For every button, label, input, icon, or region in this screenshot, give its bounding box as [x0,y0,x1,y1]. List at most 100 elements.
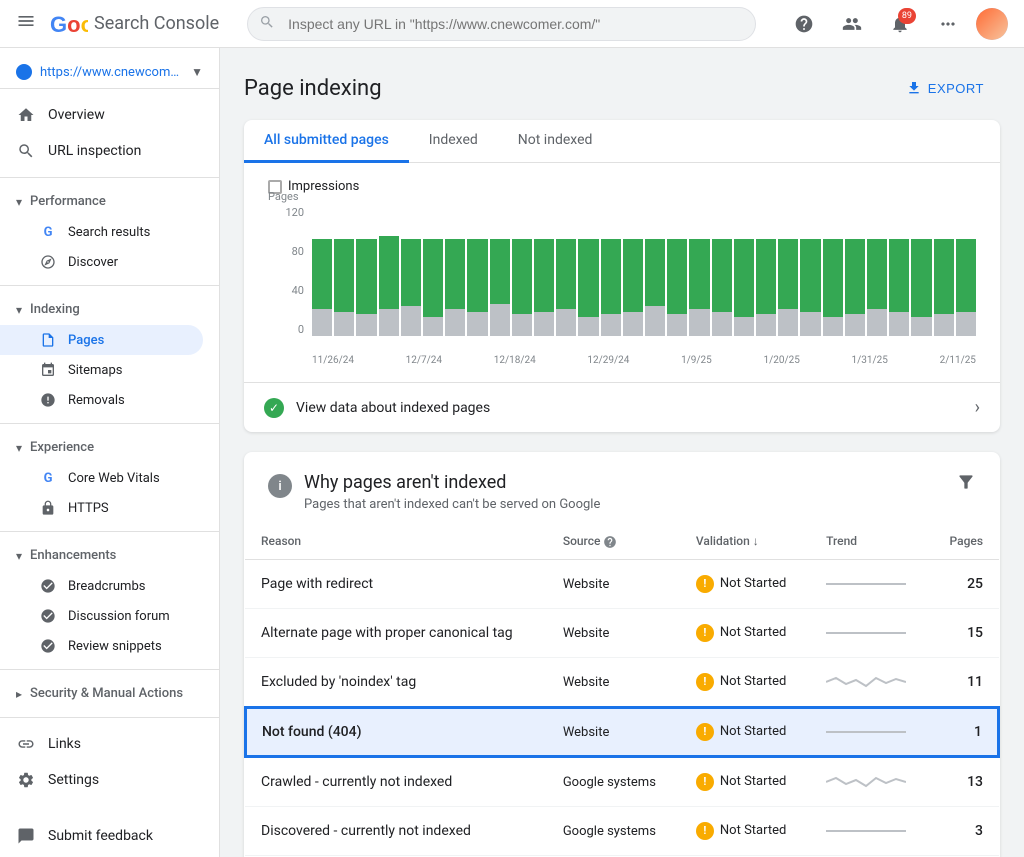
col-validation[interactable]: Validation ↓ [680,524,810,559]
sidebar-item-settings[interactable]: Settings [0,762,203,798]
view-data-check-icon: ✓ [264,398,284,418]
cell-validation: ! Not Started [680,757,810,807]
people-button[interactable] [832,4,872,44]
chart-bar-6[interactable] [445,239,465,337]
chart-bar-3[interactable] [379,236,399,336]
https-icon [40,500,56,516]
chart-bar-4[interactable] [401,239,421,337]
section-security[interactable]: ▸ Security & Manual Actions [0,678,219,709]
cell-pages: 3 [929,806,999,855]
validation-text: Not Started [720,674,786,689]
sidebar: https://www.cnewcome... ▼ Overview URL i… [0,48,220,857]
table-row[interactable]: Crawled - currently not indexed Google s… [245,757,999,807]
sidebar-item-discover[interactable]: Discover [0,247,203,277]
property-url: https://www.cnewcome... [40,65,183,80]
divider-1 [0,177,219,178]
chart-bar-15[interactable] [645,239,665,337]
chart-bar-25[interactable] [867,239,887,337]
menu-icon[interactable] [16,11,36,36]
overview-icon [16,105,36,125]
y-label-80: 80 [268,245,308,258]
indexing-arrow-icon: ▾ [16,303,22,317]
chart-bar-24[interactable] [845,239,865,337]
table-row[interactable]: Page with redirect Website ! Not Started… [245,559,999,608]
section-performance[interactable]: ▾ Performance [0,186,219,217]
sidebar-item-submit-feedback[interactable]: Submit feedback [0,818,203,854]
core-web-vitals-icon: G [40,470,56,486]
section-experience[interactable]: ▾ Experience [0,432,219,463]
sidebar-item-links[interactable]: Links [0,726,203,762]
cell-validation: ! Not Started [680,806,810,855]
chart-bar-20[interactable] [756,239,776,337]
chart-bar-17[interactable] [689,239,709,337]
chart-bar-23[interactable] [823,239,843,337]
view-data-link[interactable]: ✓ View data about indexed pages › [244,382,1000,432]
chart-bar-13[interactable] [601,239,621,337]
chart-bar-12[interactable] [578,239,598,337]
sidebar-item-pages[interactable]: Pages [0,325,203,355]
table-row[interactable]: Alternate page with proper canonical tag… [245,608,999,657]
sidebar-item-review-snippets[interactable]: Review snippets [0,631,203,661]
chart-bar-16[interactable] [667,239,687,337]
table-row[interactable]: Discovered - currently not indexed Googl… [245,806,999,855]
sidebar-item-discussion-forum[interactable]: Discussion forum [0,601,203,631]
chart-bar-0[interactable] [312,239,332,337]
chart-bar-27[interactable] [911,239,931,337]
cell-pages: 11 [929,657,999,707]
discover-icon [40,254,56,270]
sidebar-item-breadcrumbs[interactable]: Breadcrumbs [0,571,203,601]
tab-all-submitted[interactable]: All submitted pages [244,120,409,163]
chart-bar-28[interactable] [934,239,954,337]
source-help-icon[interactable] [603,534,617,548]
sidebar-item-sitemaps[interactable]: Sitemaps [0,355,203,385]
overview-label: Overview [48,107,105,123]
chart-bar-2[interactable] [356,239,376,337]
search-input[interactable] [247,7,756,41]
sidebar-item-search-results[interactable]: G Search results [0,217,203,247]
x-label: 12/29/24 [587,355,629,366]
validation-warning-icon: ! [696,773,714,791]
cell-pages: 15 [929,608,999,657]
chart-bar-8[interactable] [490,239,510,337]
chart-bar-10[interactable] [534,239,554,337]
chart-bar-29[interactable] [956,239,976,337]
user-avatar[interactable] [976,8,1008,40]
tab-indexed[interactable]: Indexed [409,120,498,163]
chart-bar-19[interactable] [734,239,754,337]
sidebar-item-removals[interactable]: Removals [0,385,203,415]
sidebar-item-overview[interactable]: Overview [0,97,203,133]
export-label: EXPORT [928,81,984,96]
help-button[interactable] [784,4,824,44]
sidebar-item-core-web-vitals[interactable]: G Core Web Vitals [0,463,203,493]
table-row[interactable]: Excluded by 'noindex' tag Website ! Not … [245,657,999,707]
chart-bar-9[interactable] [512,239,532,337]
performance-arrow-icon: ▾ [16,195,22,209]
apps-button[interactable] [928,4,968,44]
export-button[interactable]: EXPORT [890,72,1000,104]
chart-bar-18[interactable] [712,239,732,337]
filter-icon[interactable] [956,472,976,497]
x-label: 1/9/25 [681,355,712,366]
chart-bar-14[interactable] [623,239,643,337]
topbar: Google Search Console 89 [0,0,1024,48]
tab-not-indexed[interactable]: Not indexed [498,120,613,163]
chart-bar-21[interactable] [778,239,798,337]
app-name: Search Console [94,13,219,34]
notification-badge: 89 [898,8,916,24]
chart-bar-22[interactable] [800,239,820,337]
chart-bar-7[interactable] [467,239,487,337]
chart-bar-1[interactable] [334,239,354,337]
notifications-button[interactable]: 89 [880,4,920,44]
section-enhancements[interactable]: ▾ Enhancements [0,540,219,571]
sidebar-item-https[interactable]: HTTPS [0,493,203,523]
chart-bar-11[interactable] [556,239,576,337]
chart-bar-5[interactable] [423,239,443,337]
sidebar-item-url-inspection[interactable]: URL inspection [0,133,203,169]
section-indexing[interactable]: ▾ Indexing [0,294,219,325]
x-label: 2/11/25 [940,355,976,366]
table-row[interactable]: Not found (404) Website ! Not Started 1 [245,707,999,757]
indexing-label: Indexing [30,302,80,317]
validation-warning-icon: ! [696,624,714,642]
property-selector[interactable]: https://www.cnewcome... ▼ [0,56,219,89]
chart-bar-26[interactable] [889,239,909,337]
